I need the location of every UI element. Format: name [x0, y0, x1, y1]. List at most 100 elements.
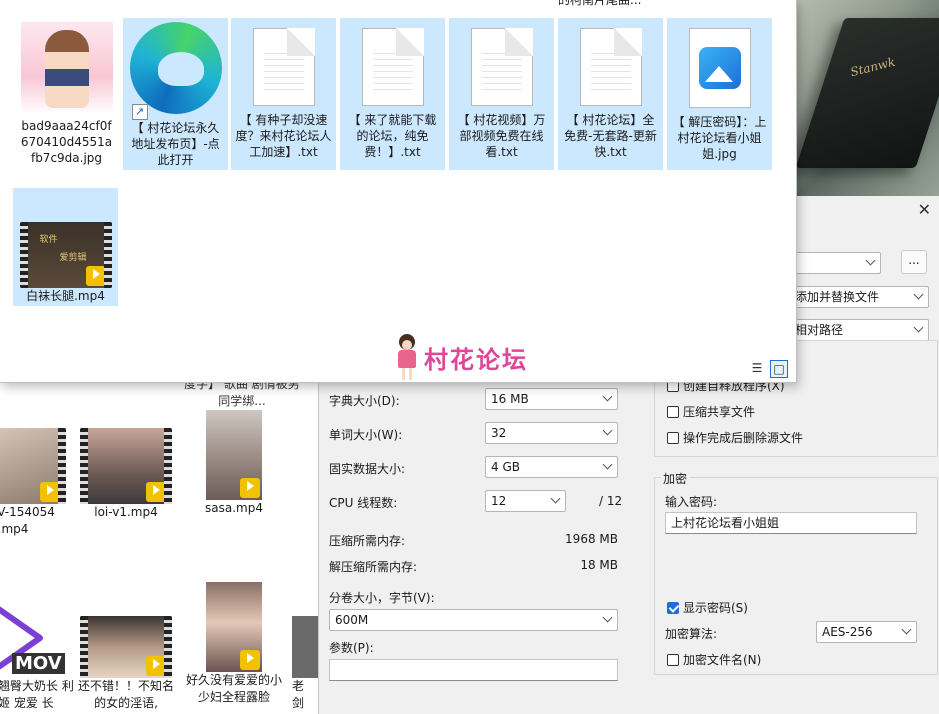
cpu-threads-select[interactable]: 12	[485, 490, 566, 512]
file-label: 【 解压密码】：上村花论坛看小姐姐.jpg	[672, 115, 767, 161]
dictionary-size-label: 字典大小(D):	[329, 394, 400, 408]
text-document-icon	[361, 28, 424, 106]
file-item[interactable]: bad9aaa24cf0f670410d4551afb7c9da.jpg	[14, 18, 119, 170]
split-size-label: 分卷大小，字节(V):	[329, 591, 435, 605]
file-item[interactable]: 【 来了就能下载的论坛，纯免费！】.txt	[340, 18, 445, 170]
file-label: 好久没有爱爱的小少妇全程露脸	[185, 673, 282, 704]
video-thumbnail	[206, 410, 262, 500]
word-size-label: 单词大小(W):	[329, 428, 403, 442]
background-photo: Stanwk	[780, 0, 939, 200]
params-input[interactable]	[329, 659, 618, 681]
split-size-select[interactable]: 600M	[329, 609, 618, 631]
file-label: loi-v1.mp4	[94, 505, 158, 519]
anime-photo-thumbnail	[20, 22, 113, 114]
back-file-explorer: 度字】 歌曲 剧情被男同学绑... PV-154054 7.mp4 loi-v1…	[0, 380, 318, 714]
mem-decompress-label: 解压缩所需内存:	[329, 560, 418, 574]
video-thumbnail	[80, 428, 172, 504]
password-label: 输入密码:	[665, 495, 718, 509]
player-badge-icon	[146, 656, 166, 676]
mov-badge: MOV	[12, 653, 65, 674]
video-thumbnail	[0, 428, 66, 504]
player-badge-icon	[146, 482, 166, 502]
text-document-icon	[252, 28, 315, 106]
dictionary-size-select[interactable]: 16 MB	[485, 388, 618, 410]
front-file-explorer: 的柯南片尾曲... bad9aaa24cf0f670410d4551afb7c9…	[0, 0, 797, 383]
forum-watermark: 村花论坛	[394, 334, 528, 380]
encryption-method-select[interactable]: AES-256	[816, 621, 917, 643]
mem-decompress-value: 18 MB	[580, 558, 618, 572]
encryption-group-title: 加密	[660, 470, 691, 487]
video-thumbnail	[206, 582, 262, 672]
details-view-icon[interactable]: ☰	[748, 360, 766, 378]
back-video-item[interactable]: loi-v1.mp4	[76, 428, 176, 521]
file-label: 【 村花论坛永久地址发布页】-点此打开	[131, 121, 220, 167]
browse-button[interactable]: ...	[901, 250, 927, 274]
shortcut-arrow-icon: ↗	[131, 104, 148, 120]
file-item[interactable]: 【 有种子却没速度？来村花论坛人工加速】.txt	[231, 18, 336, 170]
file-item[interactable]: 【 解压密码】：上村花论坛看小姐姐.jpg	[667, 18, 772, 170]
video-thumbnail	[292, 616, 318, 678]
file-label: bad9aaa24cf0f670410d4551afb7c9da.jpg	[20, 119, 113, 165]
chevron-down-icon	[913, 289, 924, 300]
girl-mascot-icon	[394, 334, 420, 380]
file-item[interactable]: ↗ 【 村花论坛永久地址发布页】-点此打开	[123, 18, 228, 170]
file-label: 【 来了就能下载的论坛，纯免费！】.txt	[348, 113, 437, 159]
solid-block-select[interactable]: 4 GB	[485, 456, 618, 478]
cpu-threads-total: / 12	[599, 494, 623, 508]
chevron-down-icon	[602, 459, 613, 470]
back-video-item[interactable]: 好久没有爱爱的小少妇全程露脸	[184, 582, 284, 706]
player-badge-icon	[40, 482, 60, 502]
word-size-select[interactable]: 32	[485, 422, 618, 444]
edge-browser-icon	[129, 22, 222, 114]
back-video-item[interactable]: 翘臀大奶长 利姬 宠爱 长	[0, 678, 80, 712]
password-input[interactable]: 上村花论坛看小姐姐	[665, 512, 917, 534]
chevron-down-icon	[901, 624, 912, 635]
chevron-down-icon	[602, 391, 613, 402]
mov-file-icon[interactable]: MOV	[0, 593, 70, 683]
text-document-icon	[579, 28, 642, 106]
mem-compress-value: 1968 MB	[565, 532, 618, 546]
view-mode-buttons: ☰ □	[748, 360, 788, 378]
mem-compress-label: 压缩所需内存:	[329, 534, 406, 548]
encrypt-filenames-checkbox[interactable]: 加密文件名(N)	[667, 651, 761, 668]
solid-block-label: 固实数据大小:	[329, 462, 406, 476]
partial-file-label: 的柯南片尾曲...	[558, 0, 642, 7]
close-icon[interactable]: ✕	[918, 200, 931, 219]
chevron-down-icon	[602, 425, 613, 436]
delete-after-checkbox[interactable]: 操作完成后删除源文件	[667, 429, 803, 446]
back-video-item[interactable]: 还不错！！不知名的女的淫语,	[76, 616, 176, 712]
player-badge-icon	[85, 266, 106, 286]
file-label: 【 有种子却没速度？来村花论坛人工加速】.txt	[235, 113, 332, 159]
encryption-method-label: 加密算法:	[665, 627, 718, 641]
show-password-checkbox[interactable]: 显示密码(S)	[667, 599, 748, 616]
update-mode-select[interactable]: 添加并替换文件	[789, 286, 929, 308]
large-icons-view-icon[interactable]: □	[770, 360, 788, 378]
chevron-down-icon	[913, 322, 924, 333]
shared-files-checkbox[interactable]: 压缩共享文件	[667, 403, 755, 420]
chevron-down-icon	[602, 612, 613, 623]
file-label: 还不错！！不知名的女的淫语,	[77, 679, 174, 710]
file-label: PV-154054 7.mp4	[0, 505, 55, 536]
piano-image	[795, 18, 939, 168]
back-video-item[interactable]: 老 剑	[292, 616, 318, 712]
file-label: 【 村花视频】万部视频免费在线看.txt	[457, 113, 546, 159]
archive-format-combo[interactable]	[789, 252, 881, 274]
chevron-down-icon	[865, 255, 876, 266]
file-label: 白袜长腿.mp4	[26, 289, 105, 303]
file-item[interactable]: 【 村花论坛】全免费-无套路-更新快.txt	[558, 18, 663, 170]
path-mode-select[interactable]: 相对路径	[789, 319, 929, 341]
video-thumbnail: 软件 爱剪辑	[19, 222, 112, 288]
player-badge-icon	[240, 650, 260, 670]
params-label: 参数(P):	[329, 641, 374, 655]
file-item[interactable]: 软件 爱剪辑 白袜长腿.mp4	[13, 188, 118, 306]
back-video-item[interactable]: PV-154054 7.mp4	[0, 428, 70, 538]
file-label: 老 剑	[292, 679, 305, 710]
file-item[interactable]: 【 村花视频】万部视频免费在线看.txt	[449, 18, 554, 170]
watermark-text: 村花论坛	[424, 345, 528, 374]
video-thumbnail	[80, 616, 172, 678]
file-label: 【 村花论坛】全免费-无套路-更新快.txt	[564, 113, 657, 159]
back-partial-label: 度字】 歌曲 剧情被男同学绑...	[184, 380, 300, 408]
image-file-icon	[688, 28, 751, 108]
file-label: 翘臀大奶长 利姬 宠爱 长	[0, 679, 74, 710]
back-video-item[interactable]: sasa.mp4	[184, 410, 284, 517]
